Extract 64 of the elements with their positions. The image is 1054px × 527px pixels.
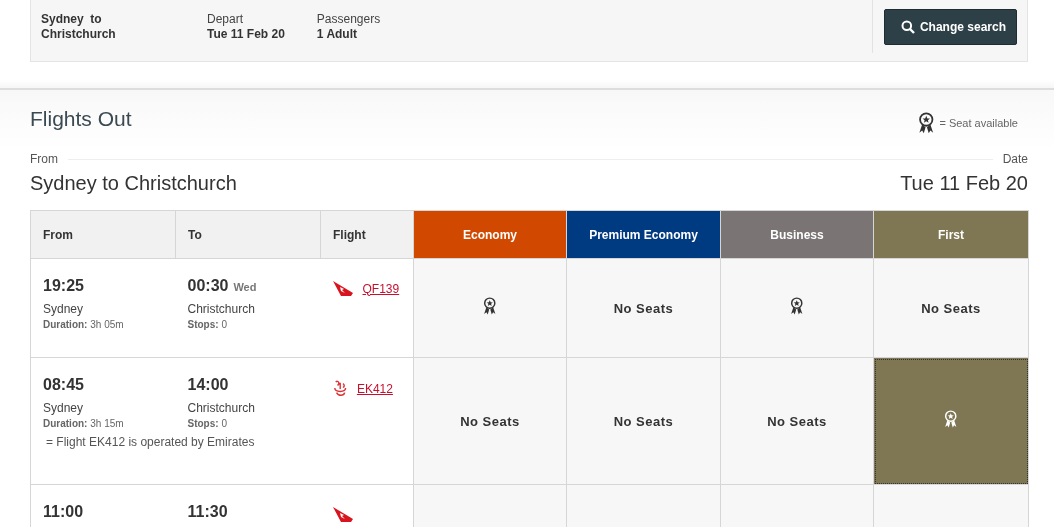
- kangaroo-tail-logo-icon: [332, 507, 353, 522]
- stops-text: Stops: 0: [187, 319, 228, 330]
- cabin-header: Premium Economy: [566, 210, 721, 259]
- arrive-time: 14:00: [187, 376, 229, 393]
- flight-number-link[interactable]: QF139: [362, 281, 400, 296]
- route-summary: Sydney to Christchurch: [41, 12, 117, 42]
- cabin-header: Economy: [413, 210, 567, 259]
- field-label: Passengers: [316, 12, 381, 27]
- duration-text: Duration: 3h 15m: [43, 418, 125, 429]
- legend-text: = Seat available: [939, 117, 1018, 129]
- route-title: Sydney to Christchurch: [30, 172, 237, 195]
- award-ribbon-icon: [483, 297, 497, 315]
- destination-city: Christchurch: [187, 401, 256, 415]
- fare-cell[interactable]: No Seats: [566, 357, 721, 485]
- fare-cell[interactable]: No Seats: [720, 357, 874, 485]
- date-label: Date: [1002, 152, 1028, 166]
- duration-text: Duration: 3h 05m: [43, 319, 125, 330]
- fare-cell[interactable]: No Seats: [873, 258, 1029, 358]
- award-ribbon-icon: [790, 297, 804, 315]
- flight-number-link[interactable]: EK412: [356, 382, 393, 396]
- change-search-button[interactable]: Change search: [883, 9, 1017, 45]
- fare-cell[interactable]: [413, 484, 567, 527]
- calligraphy-logo-icon: [332, 380, 347, 398]
- kangaroo-tail-logo-icon: [332, 281, 353, 296]
- column-header: Flight: [320, 210, 414, 259]
- column-header: From: [30, 210, 176, 259]
- operator-note: = Flight EK412 is operated by Emirates: [46, 435, 255, 449]
- fare-cell[interactable]: [720, 484, 874, 527]
- fare-cell[interactable]: [413, 258, 567, 358]
- search-icon: [900, 20, 915, 34]
- seat-available-button[interactable]: [790, 297, 804, 315]
- section-title: Flights Out: [30, 107, 132, 131]
- no-seats-text: No Seats: [613, 301, 674, 316]
- field-value: Tue 11 Feb 20: [207, 27, 285, 42]
- arrive-time: 11:30: [187, 503, 228, 520]
- fare-cell[interactable]: [566, 484, 721, 527]
- depart-time: 08:45: [43, 376, 84, 393]
- fare-cell[interactable]: [873, 357, 1029, 485]
- date-title: Tue 11 Feb 20: [900, 172, 1028, 195]
- award-ribbon-icon: [917, 112, 935, 134]
- no-seats-text: No Seats: [921, 301, 981, 316]
- origin-city: Sydney: [43, 302, 85, 316]
- cabin-header: First: [873, 210, 1029, 259]
- fare-cell[interactable]: [873, 484, 1029, 527]
- arrive-time: 00:30: [187, 277, 229, 294]
- cabin-header: Business: [720, 210, 874, 259]
- fare-cell[interactable]: No Seats: [566, 258, 721, 358]
- origin-city: Sydney: [43, 401, 85, 415]
- destination-city: Christchurch: [187, 302, 256, 316]
- fare-cell[interactable]: [720, 258, 874, 358]
- column-header: To: [175, 210, 321, 259]
- no-seats-text: No Seats: [767, 414, 827, 429]
- award-ribbon-icon: [944, 410, 958, 428]
- field-label: Depart: [207, 12, 245, 27]
- no-seats-text: No Seats: [460, 414, 520, 429]
- no-seats-text: No Seats: [613, 414, 674, 429]
- arrive-day: Wed: [233, 281, 257, 293]
- field-value: 1 Adult: [316, 27, 359, 42]
- from-label: From: [30, 152, 58, 166]
- seat-available-button[interactable]: [483, 297, 497, 315]
- fare-cell[interactable]: No Seats: [413, 357, 567, 485]
- depart-time: 11:00: [43, 503, 84, 520]
- stops-text: Stops: 0: [187, 418, 228, 429]
- depart-time: 19:25: [43, 277, 84, 294]
